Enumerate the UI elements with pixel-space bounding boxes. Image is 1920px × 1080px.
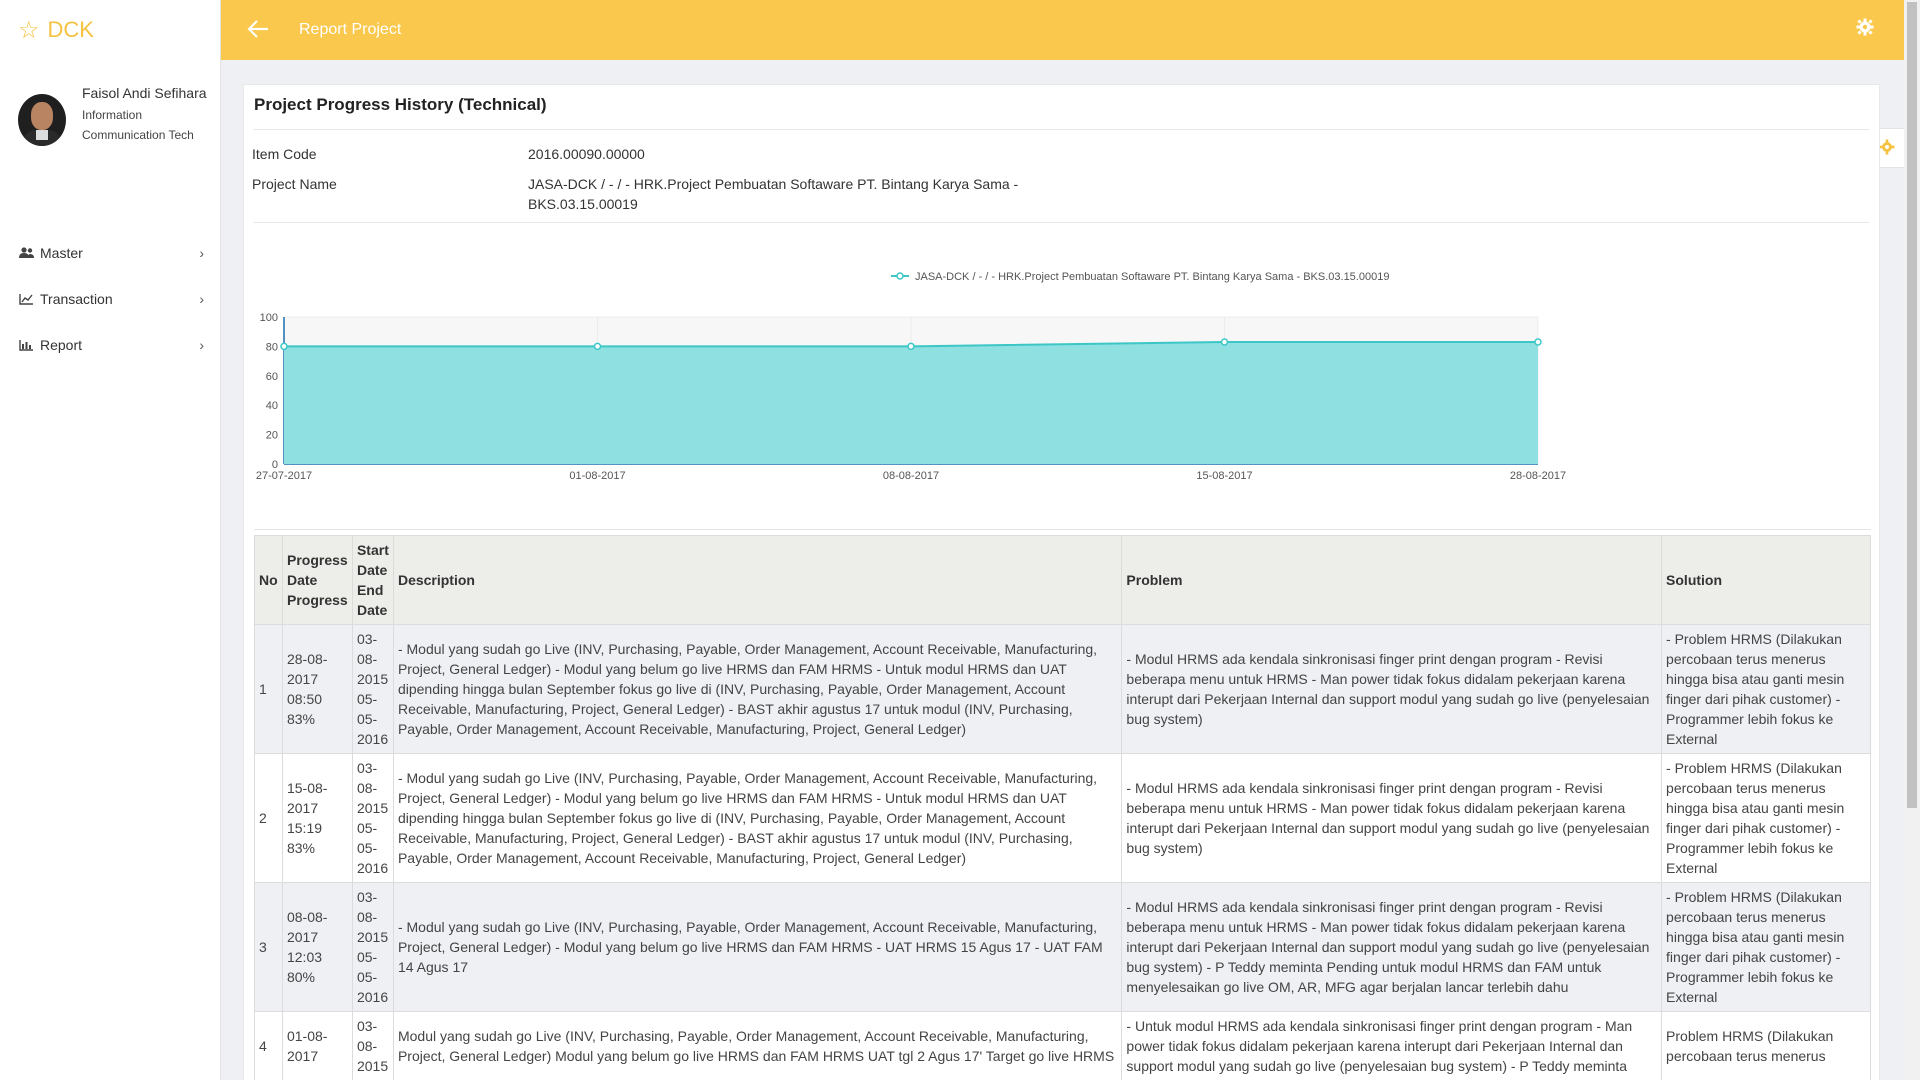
progress-chart: 0 20 40 60 80 100 27-07-2017 01-08-2017 08-08-20…	[254, 221, 1874, 482]
line-chart-icon	[18, 292, 34, 306]
legend-swatch-marker	[896, 272, 904, 280]
bar-chart-icon	[18, 338, 34, 352]
y-tick-label: 20	[266, 430, 278, 442]
table-row: 1 28-08- 2017 08:50 83% 03- 08- 2015 05- 05- 2016-…	[254, 624, 1871, 754]
page-title: Report Project	[299, 21, 402, 38]
cell-solution: Problem HRMS (Dilakukan percobaan terus …	[1661, 1011, 1871, 1080]
scrollbar-thumb[interactable]	[1907, 2, 1917, 808]
x-tick-label: 28-08-2017	[1510, 470, 1566, 481]
progress-chart-svg: 02040608010027-07-2017 01-08-2017 08-08-20…	[256, 271, 1566, 482]
table-row: 4 01-08- 2017 03- 08- 2015 Modul yang sudah go…	[254, 1011, 1871, 1080]
table-row: 2 15-08- 2017 15:19 83% 03- 08- 2015 05- 05- 2016-…	[254, 753, 1871, 883]
project-name-value: JASA-DCK / - / - HRK.Project Pembuatan S…	[528, 174, 1048, 214]
sidebar: ☆ DCK Faisol Andi Sefihara Information C…	[0, 0, 221, 1080]
brand-name: DCK	[47, 17, 94, 42]
cell-no: 4	[254, 1011, 283, 1080]
project-name-label: Project Name	[252, 176, 337, 192]
report-card: Project Progress History (Technical) Ite…	[243, 84, 1880, 1080]
col-header-dates: Start Date End Date	[351, 535, 394, 625]
chevron-right-icon: ›	[199, 337, 204, 353]
cell-description: - Modul yang sudah go Live (INV, Purchas…	[392, 753, 1123, 883]
cell-progress: 08-08- 2017 12:03 80%	[281, 882, 353, 1012]
x-tick-label: 27-07-2017	[256, 470, 312, 481]
chevron-right-icon: ›	[199, 291, 204, 307]
cell-dates: 03- 08- 2015	[351, 1011, 394, 1080]
y-tick-label: 80	[266, 341, 278, 353]
item-code-value: 2016.00090.00000	[528, 146, 645, 162]
cell-dates: 03- 08- 2015 05- 05- 2016	[351, 882, 394, 1012]
cell-solution: - Problem HRMS (Dilakukan percobaan teru…	[1661, 624, 1871, 754]
top-bar: Report Project	[221, 0, 1904, 60]
cell-solution: - Problem HRMS (Dilakukan percobaan teru…	[1661, 882, 1871, 1012]
cell-progress: 15-08- 2017 15:19 83%	[281, 753, 353, 883]
legend-label: JASA-DCK / - / - HRK.Project Pembuatan S…	[915, 271, 1389, 283]
card-title: Project Progress History (Technical)	[254, 95, 547, 114]
avatar	[18, 94, 66, 146]
sidebar-item-label: Master	[40, 245, 83, 261]
cell-no: 2	[254, 753, 283, 883]
back-arrow-icon[interactable]	[247, 17, 287, 43]
project-name-row: Project Name JASA-DCK / - / - HRK.Projec…	[244, 174, 1879, 214]
sidebar-item-master[interactable]: Master ›	[0, 230, 220, 276]
cell-no: 1	[254, 624, 283, 754]
cell-solution: - Problem HRMS (Dilakukan percobaan teru…	[1661, 753, 1871, 883]
item-code-label: Item Code	[252, 146, 317, 162]
data-point	[280, 342, 288, 351]
star-icon: ☆	[18, 16, 40, 44]
col-header-no: No	[254, 535, 283, 625]
table-header-row: No Progress Date Progress Start Date End…	[254, 535, 1871, 625]
data-point	[907, 342, 915, 351]
cell-problem: - Modul HRMS ada kendala sinkronisasi fi…	[1121, 624, 1663, 754]
cell-description: Modul yang sudah go Live (INV, Purchasin…	[392, 1011, 1123, 1080]
cell-dates: 03- 08- 2015 05- 05- 2016	[351, 624, 394, 754]
y-tick-label: 40	[266, 400, 278, 412]
x-tick-label: 15-08-2017	[1196, 470, 1252, 481]
x-tick-label: 08-08-2017	[883, 470, 939, 481]
user-department: Information Communication Tech	[82, 108, 194, 142]
cell-progress: 01-08- 2017	[281, 1011, 353, 1080]
cell-dates: 03- 08- 2015 05- 05- 2016	[351, 753, 394, 883]
data-point	[1534, 338, 1542, 346]
item-code-row: Item Code 2016.00090.00000	[244, 144, 1879, 164]
cell-progress: 28-08- 2017 08:50 83%	[281, 624, 353, 754]
col-header-progress: Progress Date Progress	[281, 535, 353, 625]
cell-problem: - Modul HRMS ada kendala sinkronisasi fi…	[1121, 882, 1663, 1012]
gear-icon[interactable]	[1856, 18, 1878, 40]
cell-description: - Modul yang sudah go Live (INV, Purchas…	[392, 882, 1123, 1012]
col-header-description: Description	[392, 535, 1123, 625]
user-name: Faisol Andi Sefihara	[82, 85, 207, 101]
progress-history-table: No Progress Date Progress Start Date End…	[254, 535, 1871, 1080]
gear-icon	[1878, 138, 1895, 158]
users-icon	[18, 246, 34, 260]
project-name-line: BKS.03.15.00019	[528, 196, 638, 212]
sidebar-item-label: Transaction	[40, 291, 113, 307]
cell-no: 3	[254, 882, 283, 1012]
vertical-scrollbar[interactable]	[1904, 0, 1920, 1080]
data-point	[593, 342, 602, 351]
col-header-problem: Problem	[1121, 535, 1663, 625]
sidebar-item-label: Report	[40, 337, 83, 353]
cell-problem: - Modul HRMS ada kendala sinkronisasi fi…	[1121, 753, 1663, 883]
series-area	[284, 341, 1538, 464]
brand[interactable]: ☆ DCK	[0, 0, 220, 60]
x-tick-label: 01-08-2017	[569, 470, 625, 481]
cell-problem: - Untuk modul HRMS ada kendala sinkronis…	[1121, 1011, 1663, 1080]
col-header-solution: Solution	[1661, 535, 1871, 625]
table-row: 3 08-08- 2017 12:03 80% 03- 08- 2015 05- 05- 2016-…	[254, 882, 1871, 1012]
user-profile: Faisol Andi Sefihara Information Communi…	[0, 60, 220, 230]
cell-description: - Modul yang sudah go Live (INV, Purchas…	[392, 624, 1123, 754]
y-tick-label: 60	[266, 371, 278, 383]
project-name-line: JASA-DCK / - / - HRK.Project Pembuatan S…	[528, 176, 1019, 192]
sidebar-item-transaction[interactable]: Transaction ›	[0, 276, 220, 322]
data-point	[1220, 338, 1229, 346]
chevron-right-icon: ›	[199, 245, 204, 261]
sidebar-item-report[interactable]: Report ›	[0, 322, 220, 368]
y-tick-label: 100	[260, 312, 278, 324]
